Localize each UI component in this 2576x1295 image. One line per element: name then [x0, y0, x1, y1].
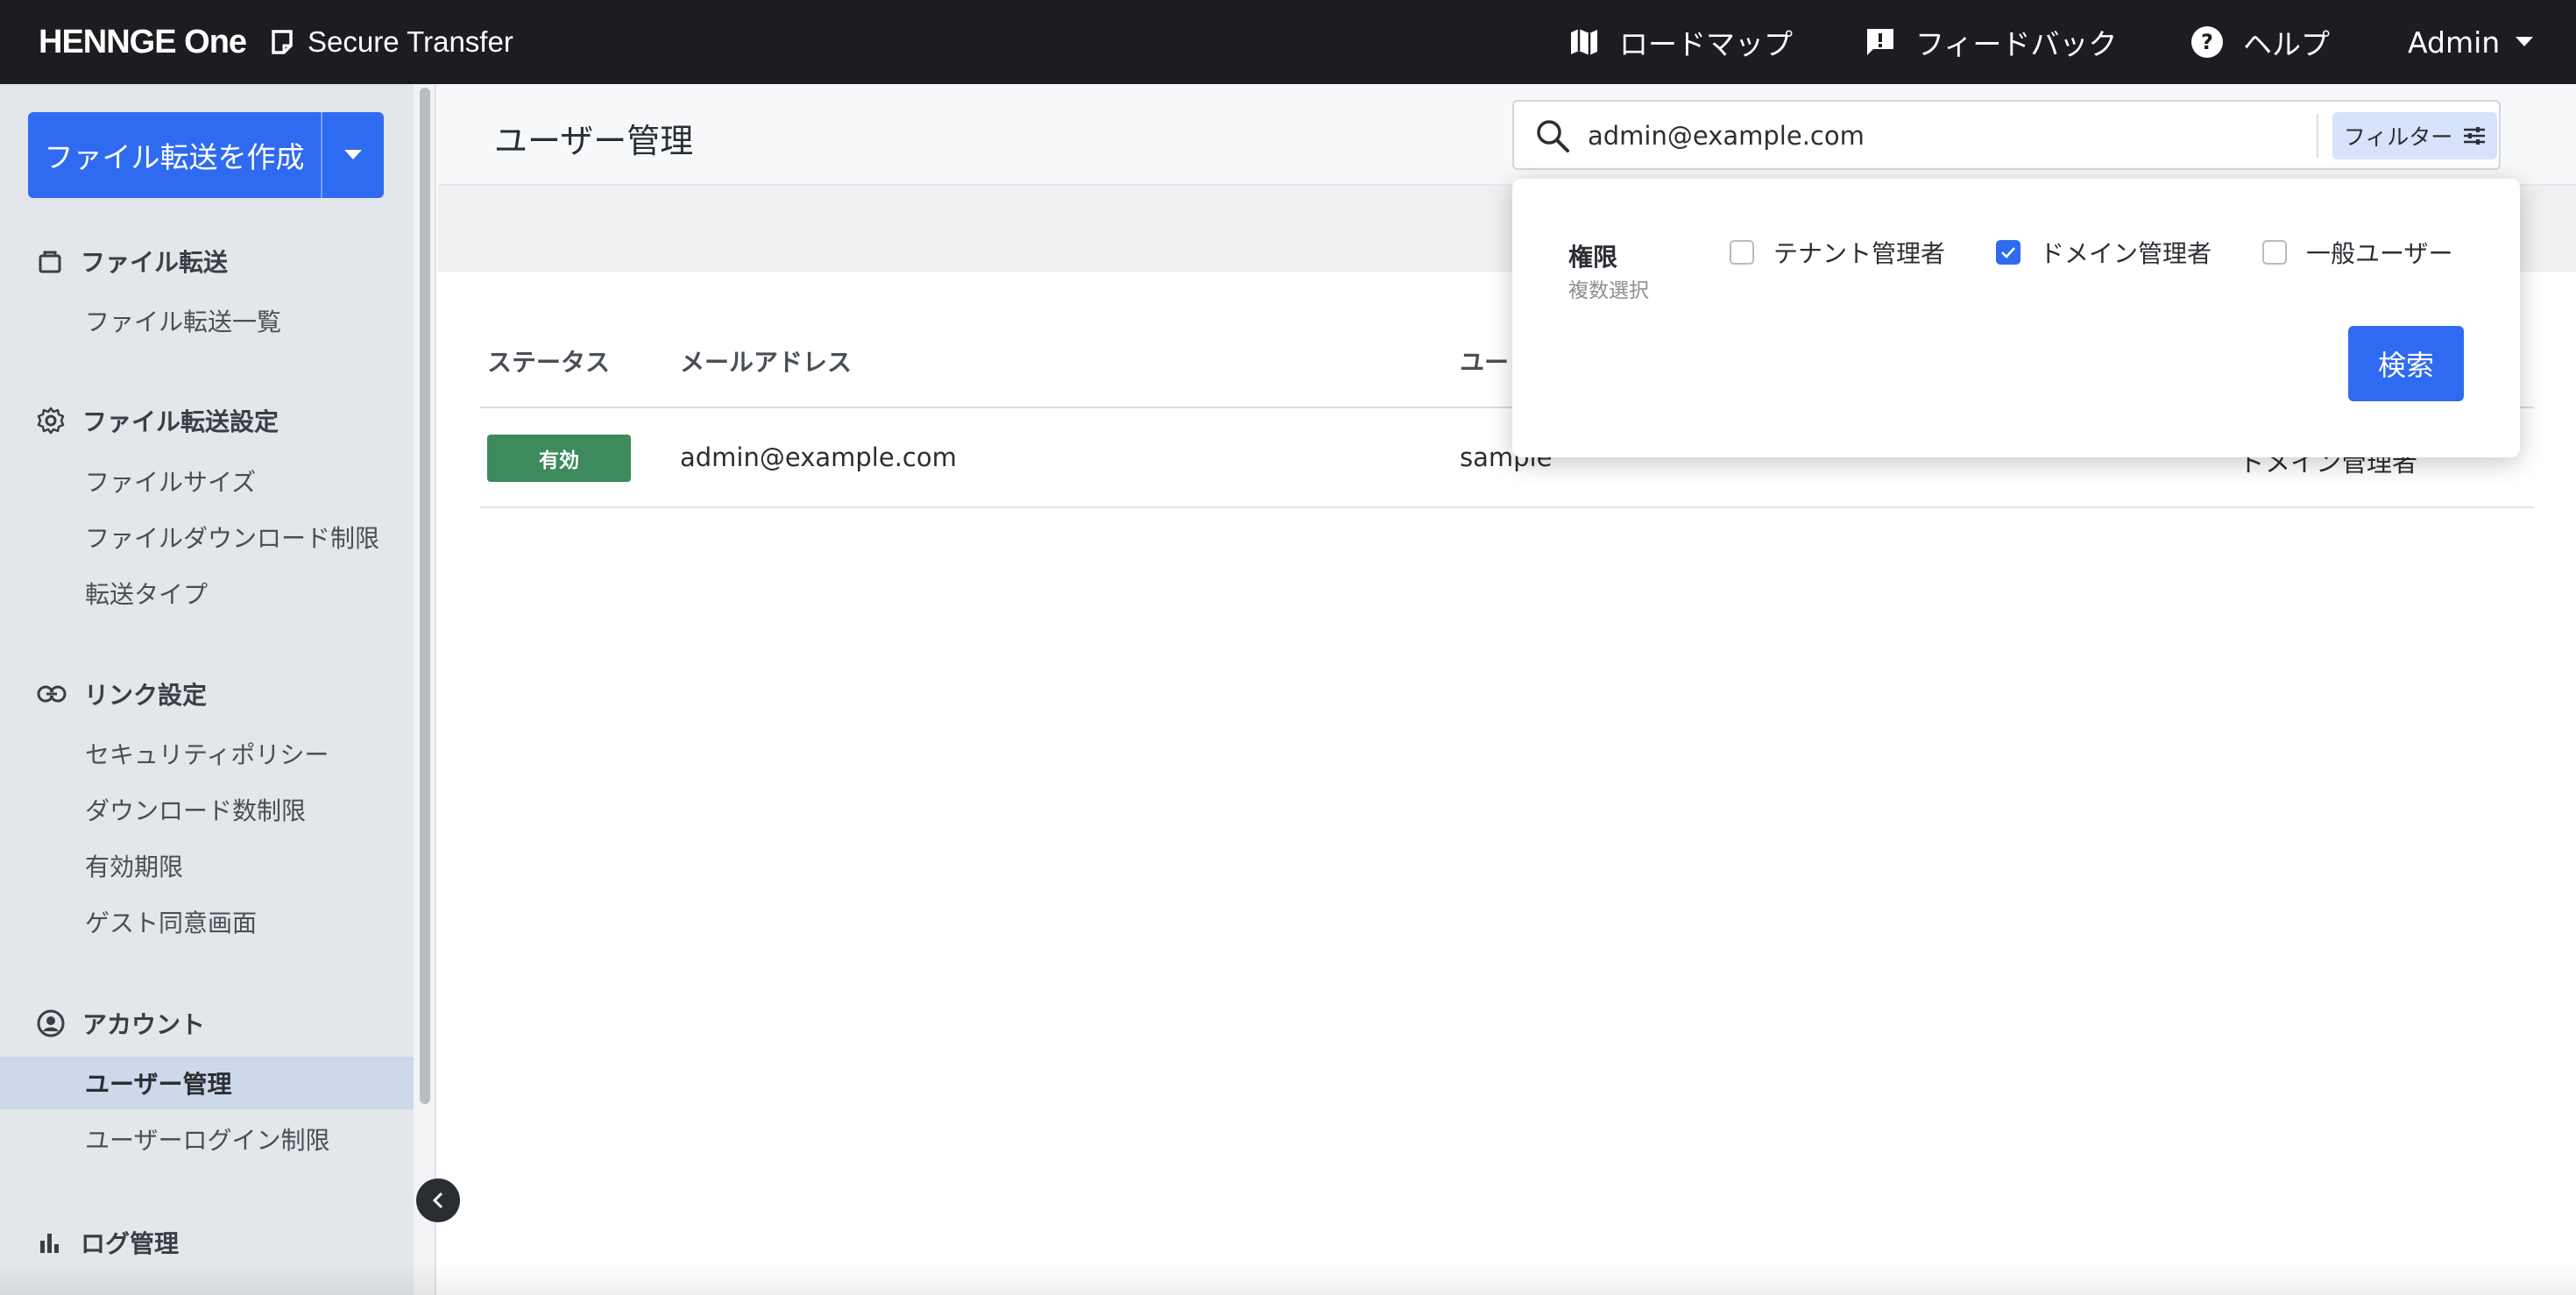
sidebar-item-download-count[interactable]: ダウンロード数制限 [0, 783, 414, 836]
chevron-down-icon [344, 150, 362, 159]
filter-popover: 権限 複数選択 テナント管理者 ドメイン管理者 一般ユーザー 検索 [1512, 179, 2520, 457]
link-icon [37, 685, 67, 703]
search-bar: フィルター [1512, 100, 2501, 170]
page-title: ユーザー管理 [494, 122, 694, 160]
help-link[interactable]: ? ヘルプ [2190, 0, 2330, 84]
sidebar-item-download-limit[interactable]: ファイルダウンロード制限 [0, 511, 414, 563]
secure-transfer-icon [272, 30, 293, 54]
admin-menu[interactable]: Admin [2408, 0, 2552, 84]
collapse-sidebar-button[interactable] [416, 1178, 460, 1222]
checkbox-label: 一般ユーザー [2306, 239, 2453, 268]
create-transfer-label[interactable]: ファイル転送を作成 [28, 112, 321, 198]
search-icon [1537, 120, 1569, 152]
sidebar-item-guest-consent[interactable]: ゲスト同意画面 [0, 895, 414, 948]
scrollbar-thumb[interactable] [420, 88, 430, 1104]
checkbox-label: テナント管理者 [1773, 239, 1946, 268]
bag-icon [39, 251, 61, 273]
product-name: Secure Transfer [269, 25, 513, 59]
brand[interactable]: HENNGE One Secure Transfer [39, 0, 513, 84]
checkbox-box[interactable] [2262, 240, 2287, 265]
sidebar-item-login-restriction[interactable]: ユーザーログイン制限 [0, 1113, 414, 1165]
checkbox-box[interactable] [1730, 240, 1754, 265]
product-label: Secure Transfer [308, 25, 513, 58]
svg-text:?: ? [2201, 30, 2213, 54]
sidebar-item-transfer-list[interactable]: ファイル転送一覧 [0, 294, 414, 347]
account-icon [37, 1009, 65, 1037]
search-divider [2317, 114, 2318, 158]
roadmap-label: ロードマップ [1619, 27, 1793, 61]
section-log-management: ログ管理 [37, 1221, 179, 1264]
checkbox-label: ドメイン管理者 [2040, 239, 2212, 268]
checkbox-tenant-admin[interactable]: テナント管理者 [1730, 235, 1945, 270]
create-transfer-button[interactable]: ファイル転送を作成 [28, 112, 384, 198]
create-transfer-dropdown[interactable] [321, 112, 384, 198]
section-label: ファイル転送 [81, 248, 229, 277]
checkbox-domain-admin[interactable]: ドメイン管理者 [1996, 235, 2212, 270]
sidebar-item-transfer-type[interactable]: 転送タイプ [0, 567, 414, 619]
map-icon [1571, 29, 1597, 55]
search-input[interactable] [1586, 112, 2063, 159]
checkbox-box-checked[interactable] [1996, 240, 2020, 265]
help-icon: ? [2191, 26, 2223, 58]
sidebar-item-user-management[interactable]: ユーザー管理 [0, 1057, 414, 1109]
status-badge: 有効 [487, 435, 631, 482]
section-label: リンク設定 [84, 681, 208, 710]
admin-label: Admin [2408, 25, 2501, 60]
checkbox-general-user[interactable]: 一般ユーザー [2262, 235, 2452, 270]
sidebar-item-file-size[interactable]: ファイルサイズ [0, 455, 414, 507]
chevron-down-icon [2516, 37, 2534, 46]
brand-logo: HENNGE One [39, 23, 247, 60]
feedback-link[interactable]: フィードバック [1865, 0, 2117, 84]
search-submit-button[interactable]: 検索 [2348, 326, 2464, 401]
column-header-email[interactable]: メールアドレス [680, 343, 852, 379]
help-label: ヘルプ [2243, 27, 2330, 61]
check-icon [2001, 247, 2015, 258]
feedback-icon [1867, 29, 1893, 55]
sidebar-item-expiry[interactable]: 有効期限 [0, 839, 414, 892]
feedback-label: フィードバック [1915, 27, 2118, 61]
column-header-status[interactable]: ステータス [487, 343, 610, 379]
section-account: アカウント [37, 1001, 205, 1045]
column-header-name[interactable]: ユー [1460, 343, 1509, 379]
section-link-settings: リンク設定 [37, 672, 207, 716]
section-label: ログ管理 [81, 1229, 180, 1258]
section-file-transfer: ファイル転送 [37, 239, 228, 283]
table-cell-email[interactable]: admin@example.com [680, 442, 957, 472]
sidebar-scrollbar[interactable] [414, 84, 436, 1295]
table-row-divider [480, 506, 2534, 508]
sidebar: ファイル転送を作成 ファイル転送 ファイル転送一覧 ファイル転送設定 ファイルサ… [0, 84, 414, 1295]
top-bar: HENNGE One Secure Transfer ロードマップ フィードバッ… [0, 0, 2576, 84]
roadmap-link[interactable]: ロードマップ [1568, 0, 1793, 84]
filter-label: フィルター [2343, 124, 2453, 150]
permission-sublabel: 複数選択 [1568, 280, 1649, 302]
section-transfer-settings: ファイル転送設定 [37, 399, 279, 442]
sidebar-item-security-policy[interactable]: セキュリティポリシー [0, 727, 414, 780]
section-label: ファイル転送設定 [82, 407, 280, 436]
section-label: アカウント [82, 1010, 206, 1039]
gear-icon [37, 407, 65, 435]
sliders-icon [2464, 127, 2486, 145]
permission-label: 権限 [1568, 243, 1618, 272]
filter-button[interactable]: フィルター [2332, 112, 2497, 159]
chevron-left-icon [432, 1192, 443, 1209]
bar-chart-icon [40, 1234, 59, 1253]
